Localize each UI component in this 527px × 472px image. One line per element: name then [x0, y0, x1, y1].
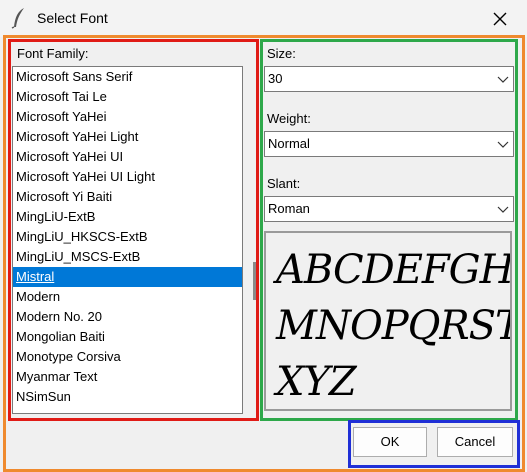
- list-item[interactable]: NSimSun: [13, 387, 242, 407]
- font-family-listbox[interactable]: Microsoft Sans Serif Microsoft Tai Le Micr…: [12, 66, 243, 414]
- window-title: Select Font: [37, 10, 108, 26]
- list-item[interactable]: MingLiU-ExtB: [13, 207, 242, 227]
- ok-button[interactable]: OK: [353, 427, 427, 457]
- list-item[interactable]: Myanmar Text: [13, 367, 242, 387]
- preview-line: ABCDEFGHIJK: [276, 247, 512, 293]
- title-bar: Select Font: [0, 0, 527, 37]
- weight-combobox[interactable]: Normal: [264, 131, 514, 157]
- list-item[interactable]: Modern: [13, 287, 242, 307]
- slant-value: Roman: [268, 201, 310, 216]
- list-item[interactable]: Microsoft YaHei: [13, 107, 242, 127]
- list-item[interactable]: Monotype Corsiva: [13, 347, 242, 367]
- size-label: Size:: [267, 46, 296, 61]
- list-item[interactable]: Mistral: [13, 267, 242, 287]
- weight-value: Normal: [268, 136, 310, 151]
- list-item[interactable]: MingLiU_MSCS-ExtB: [13, 247, 242, 267]
- cancel-button[interactable]: Cancel: [437, 427, 513, 457]
- weight-label: Weight:: [267, 111, 311, 126]
- list-item[interactable]: Modern No. 20: [13, 307, 242, 327]
- size-combobox[interactable]: 30: [264, 66, 514, 92]
- close-icon[interactable]: [488, 7, 512, 31]
- list-item[interactable]: MingLiU_HKSCS-ExtB: [13, 227, 242, 247]
- list-item[interactable]: Mongolian Baiti: [13, 327, 242, 347]
- font-list-scrollbar-thumb[interactable]: [253, 262, 256, 300]
- list-item[interactable]: Microsoft YaHei Light: [13, 127, 242, 147]
- feather-icon: [11, 8, 24, 29]
- chevron-down-icon[interactable]: [497, 73, 509, 85]
- list-item[interactable]: Microsoft Yi Baiti: [13, 187, 242, 207]
- preview-line: XYZ: [276, 359, 357, 405]
- list-item[interactable]: Microsoft Sans Serif: [13, 67, 242, 87]
- size-value: 30: [268, 71, 283, 86]
- list-item[interactable]: Microsoft YaHei UI: [13, 147, 242, 167]
- slant-label: Slant:: [267, 176, 301, 191]
- list-item[interactable]: Microsoft Tai Le: [13, 87, 242, 107]
- list-item[interactable]: Microsoft YaHei UI Light: [13, 167, 242, 187]
- font-family-label: Font Family:: [17, 46, 89, 61]
- font-preview: ABCDEFGHIJK MNOPQRSTUVW XYZ: [264, 231, 512, 411]
- preview-line: MNOPQRSTUVW: [276, 303, 510, 349]
- slant-combobox[interactable]: Roman: [264, 196, 514, 222]
- chevron-down-icon[interactable]: [497, 203, 509, 215]
- chevron-down-icon[interactable]: [497, 138, 509, 150]
